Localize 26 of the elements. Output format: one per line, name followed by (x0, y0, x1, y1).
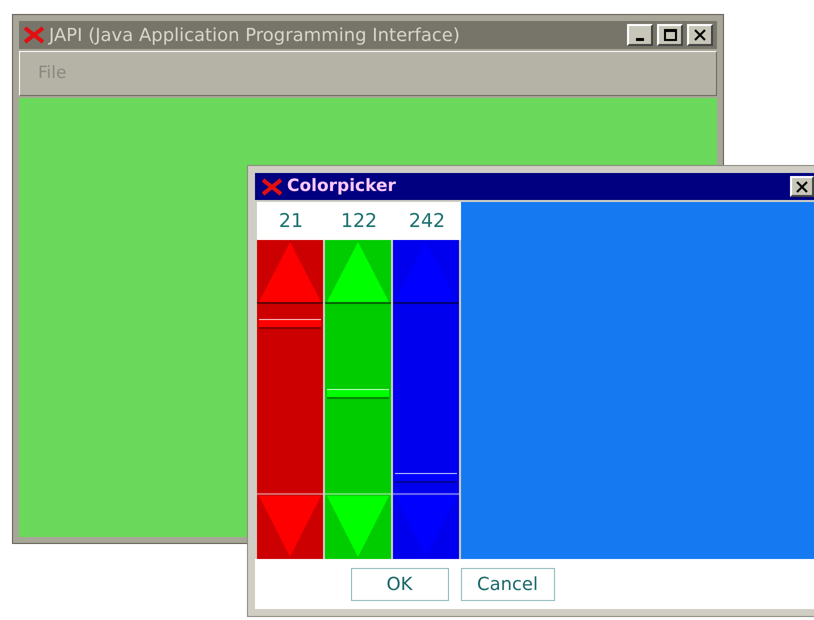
color-slider[interactable] (393, 240, 459, 559)
down-arrow-button[interactable] (393, 493, 459, 559)
slider-thumb[interactable] (395, 472, 457, 483)
slider-thumb[interactable] (259, 318, 321, 329)
ok-button[interactable]: OK (350, 568, 448, 600)
close-icon (694, 29, 706, 41)
value-label: 242 (408, 209, 446, 234)
color-slider[interactable] (257, 240, 323, 559)
down-arrow-button[interactable] (257, 493, 323, 559)
down-arrow-button[interactable] (325, 493, 391, 559)
up-arrow-button[interactable] (257, 240, 323, 304)
x-logo-icon (261, 178, 283, 196)
minimize-button[interactable] (627, 24, 653, 46)
close-icon (796, 180, 808, 192)
window-title: JAPI (Java Application Programming Interface) (49, 24, 460, 48)
color-slider[interactable] (325, 240, 391, 559)
close-button[interactable] (687, 24, 713, 46)
value-label: 122 (340, 209, 378, 234)
maximize-button[interactable] (657, 24, 683, 46)
x-logo-icon (23, 26, 45, 44)
cancel-button[interactable]: Cancel (460, 568, 554, 600)
up-arrow-button[interactable] (325, 240, 391, 304)
value-label: 21 (278, 209, 304, 234)
slider-thumb[interactable] (327, 389, 389, 400)
close-button[interactable] (790, 176, 814, 197)
dialog-title: Colorpicker (287, 174, 396, 198)
